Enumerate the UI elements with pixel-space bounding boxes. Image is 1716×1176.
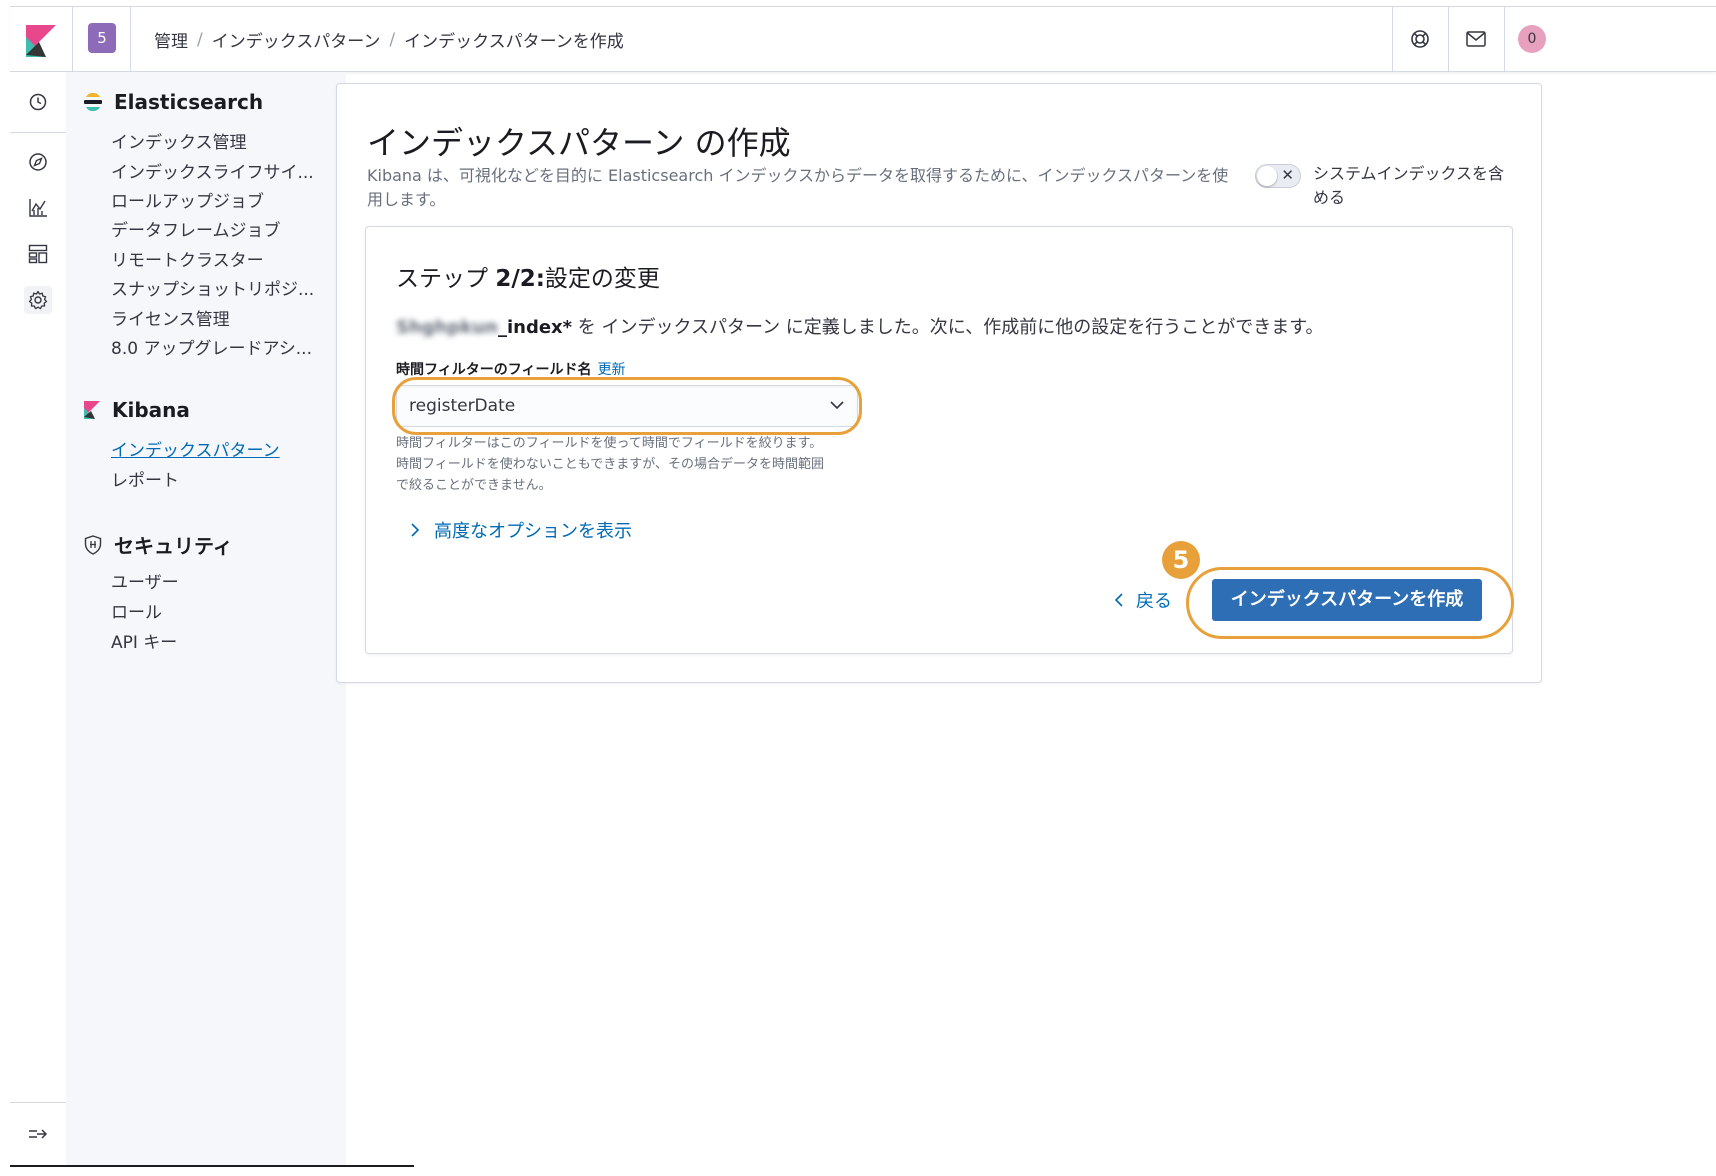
chevron-left-icon <box>1114 593 1123 607</box>
nav-visualize[interactable] <box>24 194 52 222</box>
nav-item-rollup[interactable]: ロールアップジョブ <box>111 187 264 212</box>
nav-item-remote-clusters[interactable]: リモートクラスター <box>111 246 264 271</box>
recent-items-button[interactable] <box>24 88 52 116</box>
close-icon: ✕ <box>1281 166 1294 184</box>
nav-group-title: Elasticsearch <box>114 90 264 114</box>
nav-item-transform[interactable]: データフレームジョブ <box>111 216 281 241</box>
nav-group-security: セキュリティ <box>84 530 233 559</box>
nav-management[interactable] <box>24 286 52 314</box>
system-index-toggle[interactable]: ✕ システムインデックスを含める <box>1255 162 1513 210</box>
step-message: Shghpkun_index* を インデックスパターン に定義しました。次に、… <box>396 313 1323 339</box>
pattern-name-suffix: _index* <box>497 317 573 338</box>
step-message-text: を インデックスパターン に定義しました。次に、作成前に他の設定を行うことができ… <box>572 317 1324 338</box>
header-divider <box>130 7 131 71</box>
pattern-name-blurred: Shghpkun <box>396 317 498 338</box>
toggle-switch[interactable]: ✕ <box>1255 164 1301 188</box>
step-title-prefix: ステップ <box>396 266 488 292</box>
time-field-value: registerDate <box>409 396 516 416</box>
nav-item-snapshot[interactable]: スナップショットリポジ... <box>111 275 314 300</box>
help-icon <box>1411 30 1429 48</box>
time-field-select[interactable]: registerDate <box>396 385 858 427</box>
toggle-knob <box>1257 166 1277 186</box>
breadcrumb-separator: / <box>197 29 203 50</box>
page-description: Kibana は、可視化などを目的に Elasticsearch インデックスか… <box>367 166 1229 209</box>
help-line: で絞ることができません。 <box>396 478 552 493</box>
nav-item-users[interactable]: ユーザー <box>111 568 179 593</box>
breadcrumb: 管理 / インデックスパターン / インデックスパターンを作成 <box>154 27 624 53</box>
nav-item-reporting[interactable]: レポート <box>111 466 179 491</box>
app-frame: 5 管理 / インデックスパターン / インデックスパターンを作成 0 Elas… <box>10 6 1716 1167</box>
help-line: 時間フィルターはこのフィールドを使って時間でフィールドを絞ります。 <box>396 436 823 451</box>
nav-item-index-management[interactable]: インデックス管理 <box>111 128 247 153</box>
chevron-right-icon <box>411 523 420 537</box>
nav-dashboard[interactable] <box>24 240 52 268</box>
create-index-pattern-button[interactable]: インデックスパターンを作成 <box>1212 579 1482 621</box>
bottom-border <box>10 1165 414 1167</box>
advanced-options-label: 高度なオプションを表示 <box>434 521 632 542</box>
nav-item-license[interactable]: ライセンス管理 <box>111 305 230 330</box>
breadcrumb-index-patterns[interactable]: インデックスパターン <box>212 27 381 52</box>
refresh-link[interactable]: 更新 <box>597 362 625 378</box>
step-title-rest: 設定の変更 <box>544 266 660 292</box>
elasticsearch-icon <box>84 92 102 112</box>
page-title: インデックスパターン の作成 <box>367 124 791 162</box>
header-divider <box>72 7 73 71</box>
nav-item-ilm[interactable]: インデックスライフサイ... <box>111 158 314 183</box>
rail-divider <box>10 132 66 133</box>
nav-rail <box>10 72 67 1167</box>
space-badge[interactable]: 5 <box>88 23 116 53</box>
management-sidenav: Elasticsearch インデックス管理 インデックスライフサイ... ロー… <box>66 72 346 1167</box>
nav-discover[interactable] <box>24 148 52 176</box>
advanced-options-toggle[interactable]: 高度なオプションを表示 <box>410 517 632 543</box>
top-header: 5 管理 / インデックスパターン / インデックスパターンを作成 0 <box>10 7 1716 72</box>
create-index-pattern-page: インデックスパターン の作成 Kibana は、可視化などを目的に Elasti… <box>336 83 1542 683</box>
clock-icon <box>29 93 47 111</box>
step-panel: ステップ 2/2:設定の変更 Shghpkun_index* を インデックスパ… <box>365 226 1514 654</box>
nav-item-roles[interactable]: ロール <box>111 598 162 623</box>
chart-icon <box>29 199 47 217</box>
nav-group-title: Kibana <box>112 398 190 422</box>
avatar: 0 <box>1518 25 1546 53</box>
back-button[interactable]: 戻る <box>1114 587 1172 613</box>
back-label: 戻る <box>1136 591 1172 612</box>
callout-number-badge: 5 <box>1162 541 1200 579</box>
security-shield-icon <box>84 534 102 555</box>
collapse-nav-button[interactable] <box>24 1120 52 1148</box>
user-menu-button[interactable]: 0 <box>1504 7 1560 71</box>
dashboard-icon <box>28 244 48 264</box>
time-field-label: 時間フィルターのフィールド名 更新 <box>396 359 625 379</box>
kibana-logo[interactable] <box>26 25 56 57</box>
step-title: ステップ 2/2:設定の変更 <box>396 259 660 293</box>
mail-icon <box>1466 31 1486 47</box>
toggle-label: システムインデックスを含める <box>1313 164 1505 207</box>
gear-icon <box>28 290 48 310</box>
nav-item-api-keys[interactable]: API キー <box>111 628 177 653</box>
help-line: 時間フィールドを使わないこともできますが、その場合データを時間範囲 <box>396 457 824 472</box>
nav-item-index-patterns[interactable]: インデックスパターン <box>111 436 280 461</box>
nav-group-kibana: Kibana <box>84 398 190 422</box>
breadcrumb-separator: / <box>389 29 396 50</box>
step-number: 2/2: <box>495 266 545 292</box>
time-field-label-text: 時間フィルターのフィールド名 <box>396 362 592 378</box>
newsfeed-button[interactable] <box>1448 7 1504 71</box>
breadcrumb-create: インデックスパターンを作成 <box>404 32 624 52</box>
nav-group-title: セキュリティ <box>114 534 233 558</box>
nav-item-upgrade-assistant[interactable]: 8.0 アップグレードアシ... <box>111 334 312 359</box>
time-field-help: 時間フィルターはこのフィールドを使って時間でフィールドを絞ります。 時間フィール… <box>396 433 866 496</box>
breadcrumb-management[interactable]: 管理 <box>154 27 188 52</box>
nav-group-elasticsearch: Elasticsearch <box>84 90 263 114</box>
kibana-icon <box>84 401 100 419</box>
help-button[interactable] <box>1392 7 1448 71</box>
compass-icon <box>29 153 47 171</box>
rail-divider <box>10 1102 66 1103</box>
collapse-icon <box>29 1129 48 1139</box>
chevron-down-icon <box>830 401 844 410</box>
